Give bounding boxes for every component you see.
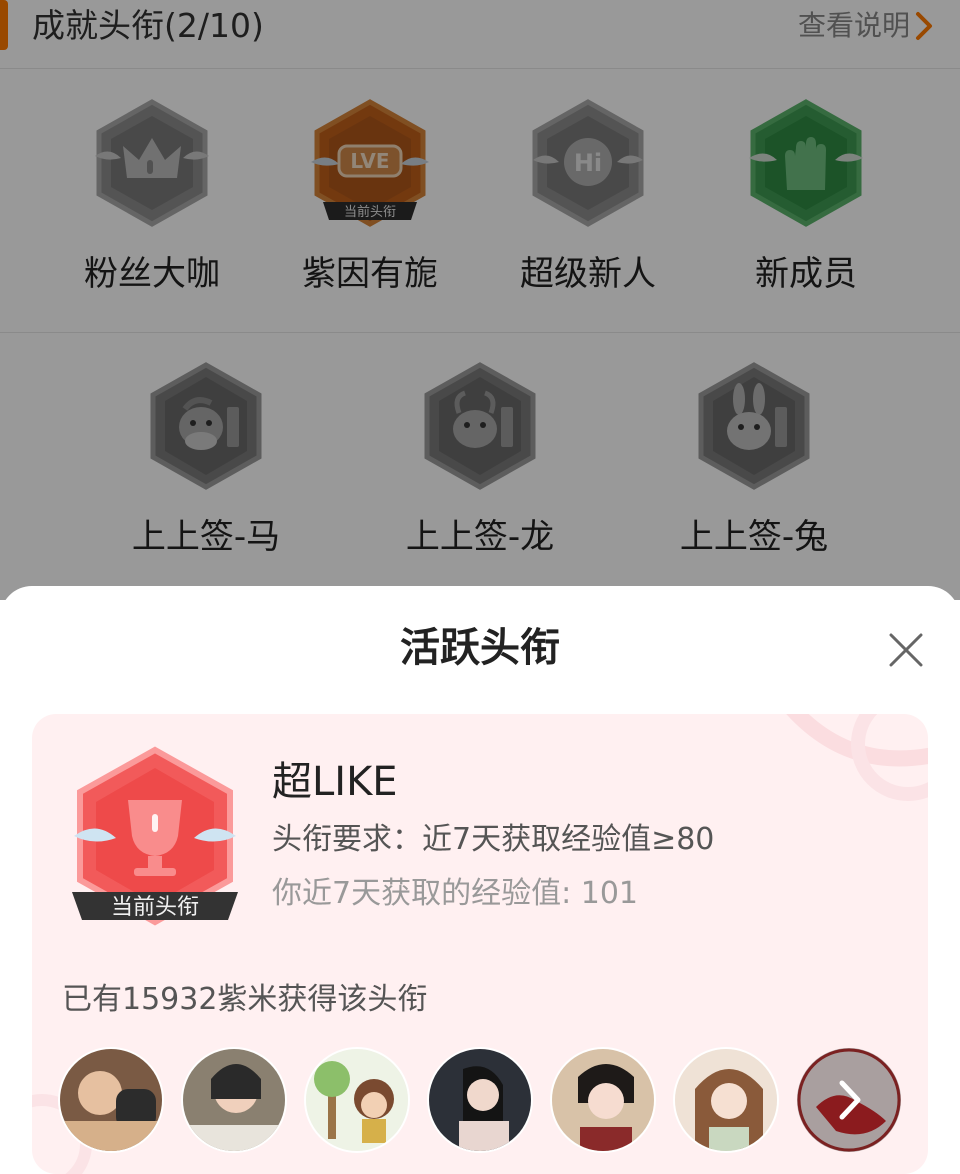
modal-backdrop[interactable] (0, 0, 960, 600)
trophy-badge-icon: 当前头衔 (72, 746, 238, 926)
card-decoration (786, 714, 928, 801)
avatar[interactable] (673, 1047, 779, 1153)
avatar[interactable] (304, 1047, 410, 1153)
avatar[interactable] (427, 1047, 533, 1153)
title-detail-sheet: 活跃头衔 当前头衔 超LIKE 头衔要求：近7天获取经验值≥80 你近7天获取的… (0, 586, 960, 1174)
svg-text:当前头衔: 当前头衔 (111, 895, 199, 920)
more-owners-button[interactable] (796, 1047, 902, 1153)
close-icon[interactable] (888, 632, 924, 668)
sheet-title: 活跃头衔 (400, 625, 560, 671)
avatar[interactable] (58, 1047, 164, 1153)
my-value-text: 你近7天获取的经验值: 101 (272, 876, 638, 911)
owner-avatar-list (58, 1047, 928, 1157)
avatar[interactable] (181, 1047, 287, 1153)
owners-count-text: 已有15932紫米获得该头衔 (62, 982, 428, 1017)
avatar[interactable] (550, 1047, 656, 1153)
badge-name: 超LIKE (272, 759, 398, 805)
title-info-card: 当前头衔 超LIKE 头衔要求：近7天获取经验值≥80 你近7天获取的经验值: … (32, 714, 928, 1174)
requirement-text: 头衔要求：近7天获取经验值≥80 (272, 822, 715, 857)
